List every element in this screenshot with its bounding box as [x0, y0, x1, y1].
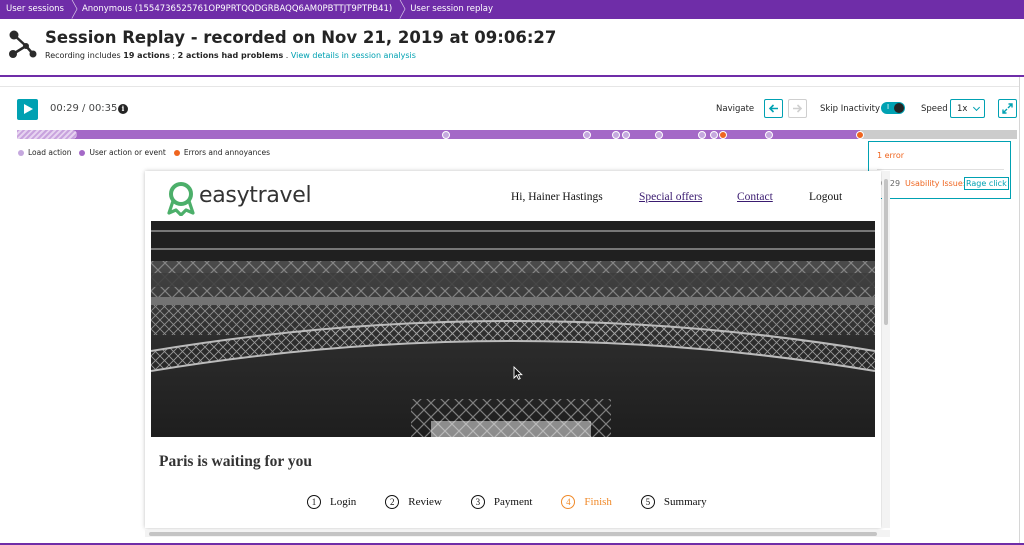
- skip-inactivity-toggle[interactable]: I: [881, 102, 905, 114]
- legend-dot: [173, 149, 180, 156]
- replay-viewport: easytravel Hi, Hainer Hastings Special o…: [145, 171, 881, 528]
- easytravel-logo-icon: [167, 182, 195, 216]
- step-label: Login: [330, 496, 357, 508]
- timeline-legend: Load action User action or event Errors …: [18, 148, 278, 157]
- breadcrumb-label: User sessions: [6, 4, 64, 14]
- step-number: 4: [561, 495, 576, 509]
- legend-item: Load action: [18, 148, 71, 157]
- logout-link[interactable]: Logout: [809, 191, 842, 203]
- step-label: Summary: [663, 496, 707, 508]
- legend-dot: [18, 149, 24, 156]
- error-type: Usability Issue:: [905, 179, 966, 188]
- speed-label: Speed: [921, 104, 948, 114]
- breadcrumb-item-session-replay[interactable]: User session replay: [404, 0, 505, 19]
- skip-inactivity-label: Skip Inactivity: [820, 104, 881, 114]
- expand-icon: [1002, 103, 1013, 114]
- divider: [0, 86, 1020, 87]
- brand-name: easytravel: [199, 183, 312, 208]
- next-event-button[interactable]: [788, 99, 807, 118]
- replay-timeline[interactable]: [17, 130, 1017, 139]
- summary-separator: ;: [172, 51, 176, 60]
- previous-event-button[interactable]: [764, 99, 783, 118]
- scrollbar-thumb[interactable]: [884, 179, 888, 325]
- step-label: Payment: [493, 496, 533, 508]
- timeline-action-marker[interactable]: [710, 130, 718, 139]
- timeline-action-marker[interactable]: [612, 130, 620, 139]
- error-count: 1 error: [877, 151, 904, 160]
- legend-label: Errors and annoyances: [183, 148, 271, 157]
- info-icon[interactable]: i: [118, 104, 128, 114]
- step-number: 1: [307, 495, 321, 509]
- replay-horizontal-scrollbar[interactable]: [145, 530, 890, 537]
- problems-count: 2 actions had problems: [177, 51, 284, 60]
- time-divider: /: [82, 103, 86, 114]
- contact-link[interactable]: Contact: [737, 191, 773, 203]
- legend-dot: [79, 149, 86, 156]
- share-nodes-icon: [9, 30, 37, 58]
- speed-select[interactable]: 1x: [950, 99, 985, 118]
- timeline-action-marker[interactable]: [765, 130, 773, 139]
- step-finish: 4 Finish: [561, 495, 612, 509]
- recording-summary: Recording includes 19 actions ; 2 action…: [45, 51, 416, 60]
- breadcrumb-label: User session replay: [410, 4, 493, 14]
- timeline-action-marker[interactable]: [655, 130, 663, 139]
- page-header: Session Replay - recorded on Nov 21, 201…: [0, 19, 1024, 77]
- arrow-left-icon: [768, 104, 778, 113]
- summary-prefix: Recording includes: [45, 51, 121, 60]
- timeline-action-marker[interactable]: [442, 130, 450, 139]
- actions-count: 19 actions: [123, 51, 170, 60]
- breadcrumb-item-anonymous[interactable]: Anonymous (1554736525761OP9PRTQQDGRBAQQ6…: [76, 0, 406, 19]
- step-review: 2 Review: [385, 495, 442, 509]
- toggle-knob: [894, 103, 904, 113]
- booking-steps: 1 Login 2 Review 3 Payment 4 Finish 5 Summary: [307, 495, 736, 509]
- timeline-action-marker[interactable]: [698, 130, 706, 139]
- mouse-cursor-icon: [513, 366, 523, 380]
- step-number: 3: [470, 495, 485, 509]
- summary-period: .: [285, 51, 289, 60]
- step-label: Review: [408, 496, 442, 508]
- timeline-action-marker[interactable]: [622, 130, 630, 139]
- step-number: 5: [640, 495, 655, 509]
- playback-time: 00:29 / 00:35: [50, 103, 117, 114]
- special-offers-link[interactable]: Special offers: [639, 191, 702, 203]
- step-payment: 3 Payment: [470, 495, 533, 509]
- timeline-action-marker[interactable]: [583, 130, 591, 139]
- legend-item: Errors and annoyances: [173, 148, 271, 157]
- step-login: 1 Login: [307, 495, 356, 509]
- total-time: 00:35: [88, 103, 118, 114]
- chevron-down-icon: [972, 103, 981, 112]
- session-analysis-link[interactable]: View details in session analysis: [291, 51, 416, 60]
- page-title: Session Replay - recorded on Nov 21, 201…: [45, 28, 557, 47]
- breadcrumb-item-user-sessions[interactable]: User sessions: [0, 0, 78, 19]
- breadcrumb: User sessions Anonymous (1554736525761OP…: [0, 0, 1024, 19]
- legend-item: User action or event: [79, 148, 166, 157]
- arrow-right-icon: [793, 104, 803, 113]
- timeline-played: [17, 130, 860, 139]
- timeline-load-action: [17, 130, 77, 139]
- current-time: 00:29: [50, 103, 79, 114]
- speed-value: 1x: [957, 104, 968, 114]
- hero-image: [151, 221, 875, 437]
- legend-label: Load action: [28, 148, 72, 157]
- replay-vertical-scrollbar[interactable]: [882, 171, 890, 528]
- navigate-label: Navigate: [716, 104, 755, 114]
- divider: [1019, 77, 1020, 545]
- user-greeting: Hi, Hainer Hastings: [511, 191, 603, 203]
- fullscreen-button[interactable]: [998, 99, 1017, 118]
- toggle-on-mark: I: [887, 103, 890, 111]
- step-number: 2: [385, 495, 400, 509]
- breadcrumb-label: Anonymous (1554736525761OP9PRTQQDGRBAQQ6…: [81, 4, 393, 14]
- divider: [877, 169, 1004, 170]
- scrollbar-thumb[interactable]: [149, 532, 877, 536]
- play-button[interactable]: [17, 99, 38, 120]
- timeline-error-marker[interactable]: [856, 130, 864, 139]
- rage-click-link[interactable]: Rage click: [964, 177, 1009, 190]
- step-summary: 5 Summary: [640, 495, 707, 509]
- step-label: Finish: [584, 496, 612, 508]
- page-headline: Paris is waiting for you: [159, 453, 312, 470]
- legend-label: User action or event: [89, 148, 166, 157]
- timeline-error-marker[interactable]: [719, 130, 727, 139]
